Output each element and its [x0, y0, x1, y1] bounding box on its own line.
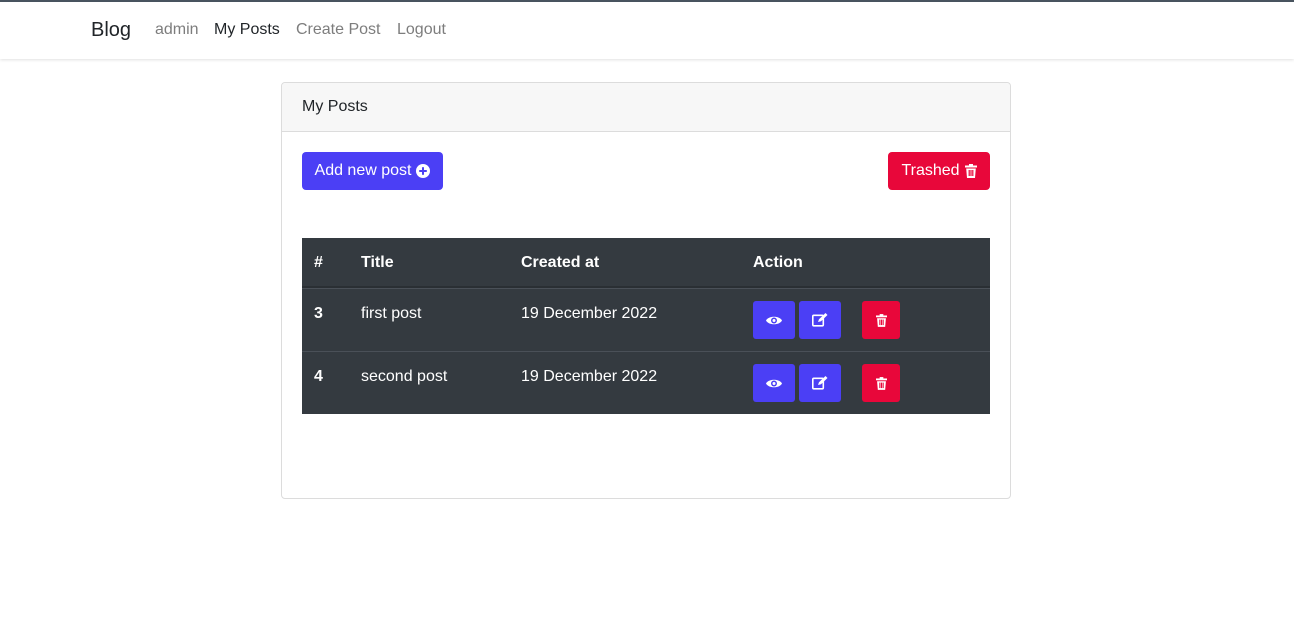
add-new-post-button[interactable]: Add new post [302, 152, 443, 190]
nav-link-my-posts[interactable]: My Posts [214, 21, 280, 39]
trash-icon [875, 376, 887, 390]
post-created-at: 19 December 2022 [521, 368, 658, 385]
edit-icon [812, 313, 828, 327]
posts-card: My Posts Add new post Trashed # Title Cr… [281, 82, 1011, 499]
eye-icon [766, 378, 782, 389]
nav-link-create-post[interactable]: Create Post [296, 21, 380, 39]
nav-link-admin[interactable]: admin [155, 21, 199, 39]
table-row: 3 first post 19 December 2022 [302, 288, 990, 351]
post-id: 4 [314, 368, 323, 385]
edit-icon [812, 376, 828, 390]
trashed-label: Trashed [901, 162, 960, 179]
column-header-title: Title [361, 254, 394, 271]
column-header-action: Action [753, 254, 803, 271]
trash-icon [964, 164, 977, 178]
view-post-button[interactable] [753, 301, 795, 339]
trash-icon [875, 313, 887, 327]
card-header: My Posts [282, 83, 1010, 132]
nav-link-logout[interactable]: Logout [397, 21, 446, 39]
navbar: Blog admin My Posts Create Post Logout [0, 2, 1294, 59]
table-header-row: # Title Created at Action [302, 238, 990, 288]
eye-icon [766, 315, 782, 326]
post-title: second post [361, 368, 448, 385]
delete-post-button[interactable] [862, 301, 900, 339]
post-id: 3 [314, 305, 323, 322]
plus-circle-icon [416, 164, 431, 178]
post-title: first post [361, 305, 422, 322]
view-post-button[interactable] [753, 364, 795, 402]
column-header-number: # [314, 254, 323, 271]
edit-post-button[interactable] [799, 301, 841, 339]
post-created-at: 19 December 2022 [521, 305, 658, 322]
posts-table: # Title Created at Action 3 first post 1… [302, 238, 990, 414]
column-header-created-at: Created at [521, 254, 600, 271]
delete-post-button[interactable] [862, 364, 900, 402]
table-row: 4 second post 19 December 2022 [302, 351, 990, 414]
add-new-post-label: Add new post [314, 162, 412, 179]
edit-post-button[interactable] [799, 364, 841, 402]
trashed-button[interactable]: Trashed [888, 152, 990, 190]
brand-link[interactable]: Blog [91, 19, 131, 42]
